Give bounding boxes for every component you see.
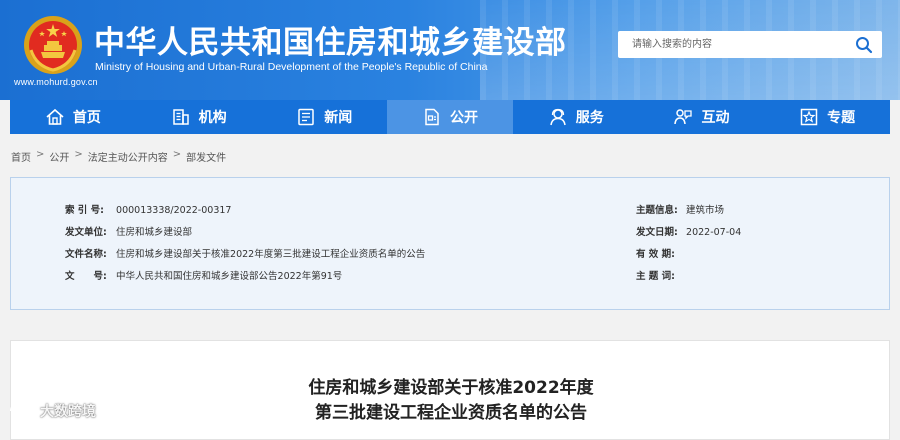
info-value: 建筑市场 xyxy=(686,205,725,216)
info-document-name: 文件名称: 住房和城乡建设部关于核准2022年度第三批建设工程企业资质名单的公告 xyxy=(65,246,425,260)
info-label: 发文日期: xyxy=(636,227,678,238)
nav-label: 服务 xyxy=(575,110,604,126)
interaction-icon xyxy=(674,109,693,125)
document-icon xyxy=(425,108,439,126)
info-validity: 有 效 期: xyxy=(636,246,683,260)
breadcrumb-statutory-content[interactable]: 法定主动公开内容 xyxy=(88,149,168,164)
info-keywords: 主 题 词: xyxy=(636,268,683,282)
nav-item-public[interactable]: 公开 xyxy=(387,100,513,134)
nav-item-home[interactable]: 首页 xyxy=(10,100,136,134)
info-label: 有 效 期: xyxy=(636,249,675,260)
nav-label: 机构 xyxy=(198,110,227,126)
nav-label: 专题 xyxy=(827,110,856,126)
nav-item-news[interactable]: 新闻 xyxy=(261,100,387,134)
document-info-box: 索 引 号: 000013338/2022-00317 发文单位: 住房和城乡建… xyxy=(10,177,890,310)
article-title-line-2: 第三批建设工程企业资质名单的公告 xyxy=(315,403,587,423)
breadcrumb-separator: > xyxy=(172,149,182,160)
search-icon[interactable] xyxy=(854,35,874,55)
search-box xyxy=(618,31,882,58)
site-header: www.mohurd.gov.cn 中华人民共和国住房和城乡建设部 Minist… xyxy=(0,0,900,100)
nav-item-topic[interactable]: 专题 xyxy=(764,100,890,134)
info-label: 文 号: xyxy=(65,271,107,282)
info-topic: 主题信息: 建筑市场 xyxy=(636,202,724,216)
info-issue-date: 发文日期: 2022-07-04 xyxy=(636,224,741,238)
nav-label: 公开 xyxy=(450,110,479,126)
nav-label: 首页 xyxy=(72,110,101,126)
topic-icon xyxy=(800,108,818,126)
article-body: 住房和城乡建设部关于核准2022年度 第三批建设工程企业资质名单的公告 xyxy=(10,340,890,440)
info-label: 发文单位: xyxy=(65,227,107,238)
watermark-text: 大数跨境 xyxy=(40,404,96,420)
info-value: 000013338/2022-00317 xyxy=(116,205,232,216)
breadcrumb-ministry-documents[interactable]: 部发文件 xyxy=(186,149,226,164)
building-icon xyxy=(172,109,189,125)
search-input[interactable] xyxy=(618,31,848,58)
site-domain: www.mohurd.gov.cn xyxy=(14,77,98,87)
breadcrumb-separator: > xyxy=(74,149,83,160)
site-subtitle: Ministry of Housing and Urban-Rural Deve… xyxy=(95,61,488,73)
nav-item-organization[interactable]: 机构 xyxy=(136,100,262,134)
info-issuing-unit: 发文单位: 住房和城乡建设部 xyxy=(65,224,192,238)
info-document-number: 文 号: 中华人民共和国住房和城乡建设部公告2022年第91号 xyxy=(65,268,342,282)
info-label: 主题信息: xyxy=(636,205,678,216)
nav-item-service[interactable]: 服务 xyxy=(513,100,639,134)
info-index-number: 索 引 号: 000013338/2022-00317 xyxy=(65,202,231,216)
watermark-logo-icon xyxy=(10,403,34,419)
breadcrumb-separator: > xyxy=(36,149,45,160)
home-icon xyxy=(46,108,64,125)
national-emblem-icon[interactable] xyxy=(22,14,84,76)
info-label: 文件名称: xyxy=(65,249,107,260)
site-title[interactable]: 中华人民共和国住房和城乡建设部 xyxy=(94,17,567,62)
main-nav: 首页 机构 新闻 公开 服务 互动 专题 xyxy=(10,100,890,134)
breadcrumb-public[interactable]: 公开 xyxy=(49,149,69,164)
service-icon xyxy=(549,108,566,126)
info-value: 2022-07-04 xyxy=(686,227,742,238)
nav-label: 新闻 xyxy=(324,110,353,126)
info-value: 住房和城乡建设部 xyxy=(116,227,193,238)
nav-item-interaction[interactable]: 互动 xyxy=(639,100,765,134)
news-icon xyxy=(298,108,315,126)
info-label: 索 引 号: xyxy=(65,205,104,216)
watermark: 大数跨境 xyxy=(8,401,96,421)
breadcrumb-home[interactable]: 首页 xyxy=(11,149,31,164)
article-title-line-1: 住房和城乡建设部关于核准2022年度 xyxy=(308,378,594,398)
info-value: 中华人民共和国住房和城乡建设部公告2022年第91号 xyxy=(116,271,343,282)
breadcrumb: 首页 > 公开 > 法定主动公开内容 > 部发文件 xyxy=(11,149,226,164)
info-value: 住房和城乡建设部关于核准2022年度第三批建设工程企业资质名单的公告 xyxy=(116,249,426,260)
nav-label: 互动 xyxy=(701,110,730,126)
info-label: 主 题 词: xyxy=(636,271,675,282)
